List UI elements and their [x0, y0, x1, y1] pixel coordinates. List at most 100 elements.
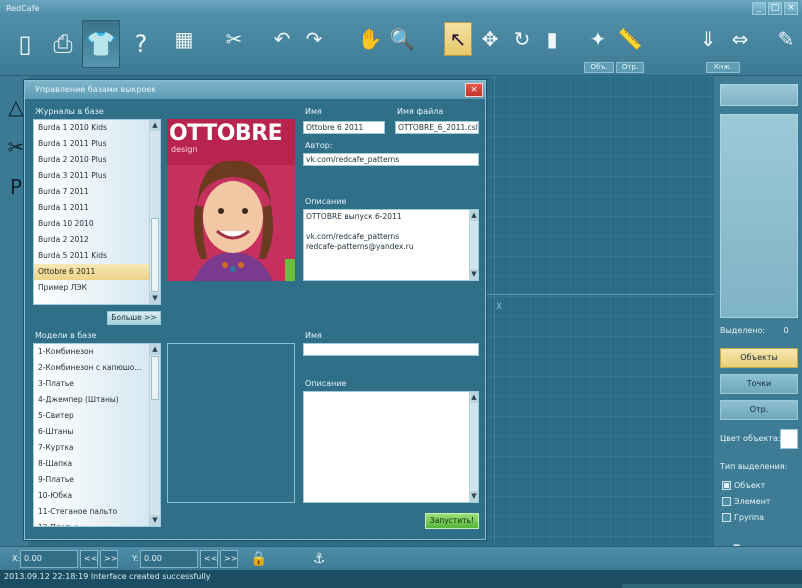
lock-icon[interactable]: 🔒 — [248, 549, 270, 569]
catalog-list-item[interactable]: Burda 10 2010 — [34, 216, 160, 232]
group-object-icon[interactable]: ✦ — [584, 22, 612, 56]
author-field[interactable]: vk.com/redcafe_patterns — [303, 153, 479, 166]
catalog-list-item[interactable]: Burda 1 2011 Plus — [34, 136, 160, 152]
close-window-button[interactable]: × — [784, 2, 798, 15]
pen-icon[interactable]: ✎ — [772, 22, 800, 56]
checkbox-element-label: Элемент — [734, 497, 771, 506]
status-progress-bar — [622, 584, 802, 588]
hand-icon[interactable]: ✋ — [356, 22, 384, 56]
object-color-swatch[interactable] — [780, 429, 798, 449]
dialog-title: Управление базами выкроек — [25, 81, 485, 99]
catalog-list-item[interactable]: Ottobre 6 2011 — [34, 264, 160, 280]
rotate-icon[interactable]: ↻ — [508, 22, 536, 56]
model-list-item[interactable]: 3-Платье — [34, 376, 160, 392]
catalog-list-item[interactable]: Burda 1 2010 Kids — [34, 120, 160, 136]
y-coord-field[interactable]: 0.00 — [140, 550, 198, 568]
new-document-icon[interactable]: ▯ — [6, 20, 44, 68]
scroll-down-icon[interactable]: ▼ — [150, 293, 160, 304]
description-line: vk.com/redcafe_patterns — [306, 232, 400, 241]
scroll-up-icon[interactable]: ▲ — [150, 120, 160, 131]
shirt-icon[interactable]: 👕 — [82, 20, 120, 68]
split-vertical-icon[interactable]: ⇓ — [694, 22, 722, 56]
models-list[interactable]: 1-Комбинезон 2-Комбинезон с капюшо... 3-Пл… — [33, 343, 161, 527]
print-icon[interactable]: ⎙ — [44, 20, 82, 68]
y-coord-label: Y: — [132, 554, 139, 563]
model-list-item[interactable]: 12-Платье — [34, 520, 160, 526]
scroll-up-icon[interactable]: ▲ — [470, 392, 478, 403]
description-scrollbar[interactable]: ▲ ▼ — [469, 210, 478, 280]
calculator-icon[interactable]: ▦ — [170, 22, 198, 56]
catalog-list-item[interactable]: Burda 7 2011 — [34, 184, 160, 200]
catalog-list-item[interactable]: Burda 3 2011 Plus — [34, 168, 160, 184]
model-list-item[interactable]: 5-Свитер — [34, 408, 160, 424]
catalog-list-item[interactable]: Burda 1 2011 — [34, 200, 160, 216]
description-field[interactable]: OTTOBRE выпуск 6-2011 vk.com/redcafe_pat… — [303, 209, 479, 281]
zoom-icon[interactable]: 🔍 — [388, 22, 416, 56]
model-list-item[interactable]: 1-Комбинезон — [34, 344, 160, 360]
y-prev-button[interactable]: << — [200, 550, 218, 568]
more-button[interactable]: Больше >> — [107, 311, 161, 325]
scroll-thumb[interactable] — [151, 356, 159, 400]
scroll-up-icon[interactable]: ▲ — [470, 210, 478, 221]
scroll-down-icon[interactable]: ▼ — [470, 491, 478, 502]
model-list-item[interactable]: 6-Штаны — [34, 424, 160, 440]
anchor-icon[interactable]: ⚓ — [308, 549, 330, 569]
model-name-field[interactable] — [303, 343, 479, 356]
catalog-scrollbar[interactable]: ▲ ▼ — [149, 120, 160, 304]
catalog-list[interactable]: Burda 1 2010 Kids Burda 1 2011 Plus Burda … — [33, 119, 161, 305]
window-title: RedCafe — [6, 4, 40, 13]
model-description-field[interactable]: ▲ ▼ — [303, 391, 479, 503]
scroll-thumb[interactable] — [151, 218, 159, 292]
ruler-icon[interactable]: 📏 — [616, 22, 644, 56]
checkbox-group[interactable] — [722, 513, 731, 522]
split-horizontal-icon[interactable]: ⇔ — [726, 22, 754, 56]
scissors-icon[interactable]: ✂ — [220, 22, 248, 56]
checkbox-element[interactable] — [722, 497, 731, 506]
model-list-item[interactable]: 2-Комбинезон с капюшо... — [34, 360, 160, 376]
help-icon[interactable]: ? — [122, 20, 160, 68]
selection-type-label: Тип выделения: — [720, 462, 788, 471]
run-button[interactable]: Запустить! — [425, 513, 479, 529]
model-list-item[interactable]: 4-Джемпер (Штаны) — [34, 392, 160, 408]
model-name-label: Имя — [305, 331, 322, 340]
panel-icon[interactable]: ▮ — [538, 22, 566, 56]
description-line: redcafe-patterns@yandex.ru — [306, 242, 414, 251]
pointer-icon[interactable]: ↖ — [444, 22, 472, 56]
catalog-list-item[interactable]: Burda 2 2012 — [34, 232, 160, 248]
move-icon[interactable]: ✥ — [476, 22, 504, 56]
model-list-item[interactable]: 11-Стеганое пальто — [34, 504, 160, 520]
model-description-scrollbar[interactable]: ▲ ▼ — [469, 392, 478, 502]
x-next-button[interactable]: >> — [100, 550, 118, 568]
catalog-list-item[interactable]: Burda 2 2010 Plus — [34, 152, 160, 168]
catalog-label: Журналы в базе — [35, 107, 104, 116]
scroll-down-icon[interactable]: ▼ — [150, 515, 160, 526]
x-coord-field[interactable]: 0.00 — [20, 550, 78, 568]
model-list-item[interactable]: 9-Платье — [34, 472, 160, 488]
model-list-item[interactable]: 8-Шапка — [34, 456, 160, 472]
model-list-item[interactable]: 10-Юбка — [34, 488, 160, 504]
models-scrollbar[interactable]: ▲ ▼ — [149, 344, 160, 526]
filename-field[interactable]: OTTOBRE_6_2011.csl — [395, 121, 479, 134]
checkbox-object[interactable] — [722, 481, 731, 490]
x-prev-button[interactable]: << — [80, 550, 98, 568]
selected-count-label: Выделено: 0 — [720, 326, 789, 335]
toolbar-label-objects: Объ. — [584, 62, 614, 73]
filename-label: Имя файла — [397, 107, 444, 116]
author-label: Автор: — [305, 141, 333, 150]
select-points-button[interactable]: Точки — [720, 374, 798, 394]
model-list-item[interactable]: 7-Куртка — [34, 440, 160, 456]
scroll-down-icon[interactable]: ▼ — [470, 269, 478, 280]
dialog-close-button[interactable]: × — [465, 83, 483, 97]
select-segments-button[interactable]: Отр. — [720, 400, 798, 420]
scroll-up-icon[interactable]: ▲ — [150, 344, 160, 355]
redo-icon[interactable]: ↷ — [300, 22, 328, 56]
catalog-list-item[interactable]: Burda 5 2011 Kids — [34, 248, 160, 264]
maximize-button[interactable]: □ — [768, 2, 782, 15]
minimize-button[interactable]: _ — [752, 2, 766, 15]
name-field[interactable]: Ottobre 6 2011 — [303, 121, 385, 134]
catalog-list-item[interactable]: Пример ЛЭК — [34, 280, 160, 296]
object-color-label: Цвет объекта: — [720, 434, 781, 443]
undo-icon[interactable]: ↶ — [268, 22, 296, 56]
select-objects-button[interactable]: Объекты — [720, 348, 798, 368]
y-next-button[interactable]: >> — [220, 550, 238, 568]
